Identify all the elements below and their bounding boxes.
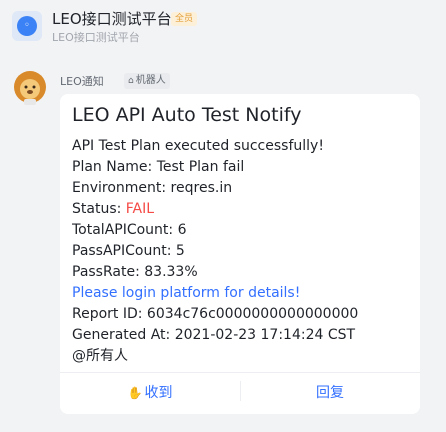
total-api-count-line: TotalAPICount: 6 [72, 222, 187, 238]
group-title[interactable]: LEO接口测试平台 [52, 8, 172, 29]
robot-icon: ⌂ [128, 76, 134, 86]
status-label: Status: [72, 201, 126, 217]
card-body: API Test Plan executed successfully! Pla… [72, 136, 418, 367]
plan-name-line: Plan Name: Test Plan fail [72, 159, 245, 175]
reply-button[interactable]: 回复 [240, 373, 420, 414]
status-line: Status: FAIL [72, 199, 418, 220]
received-label: 收到 [144, 385, 173, 401]
chat-header: ◦ LEO接口测试平台 全员 LEO接口测试平台 [0, 0, 446, 56]
generated-at-line: Generated At: 2021-02-23 17:14:24 CST [72, 327, 356, 343]
sender-name[interactable]: LEO通知 [60, 73, 104, 89]
status-value: FAIL [125, 201, 155, 217]
group-subtitle: LEO接口测试平台 [52, 31, 140, 44]
pass-rate-line: PassRate: 83.33% [72, 264, 198, 280]
received-button[interactable]: ✋ 收到 [60, 373, 240, 414]
report-id-line: Report ID: 6034c76c0000000000000000 [72, 306, 359, 322]
success-line: API Test Plan executed successfully! [72, 138, 324, 154]
card-title: LEO API Auto Test Notify [72, 104, 302, 126]
login-platform-link[interactable]: Please login platform for details! [72, 283, 418, 304]
group-app-icon: ◦ [17, 16, 37, 36]
pass-api-count-line: PassAPICount: 5 [72, 243, 185, 259]
all-members-badge: 全员 [171, 12, 198, 26]
group-avatar-icon[interactable]: ◦ [12, 11, 42, 41]
notification-card: LEO API Auto Test Notify API Test Plan e… [60, 94, 420, 414]
environment-line: Environment: reqres.in [72, 180, 233, 196]
hand-icon: ✋ [127, 386, 143, 400]
bot-tag-label: 机器人 [135, 75, 166, 86]
lion-icon[interactable] [12, 70, 48, 106]
bot-tag: ⌂ 机器人 [124, 73, 170, 89]
mention-all-line: @所有人 [72, 348, 128, 364]
lion-avatar-graphic [14, 71, 46, 105]
